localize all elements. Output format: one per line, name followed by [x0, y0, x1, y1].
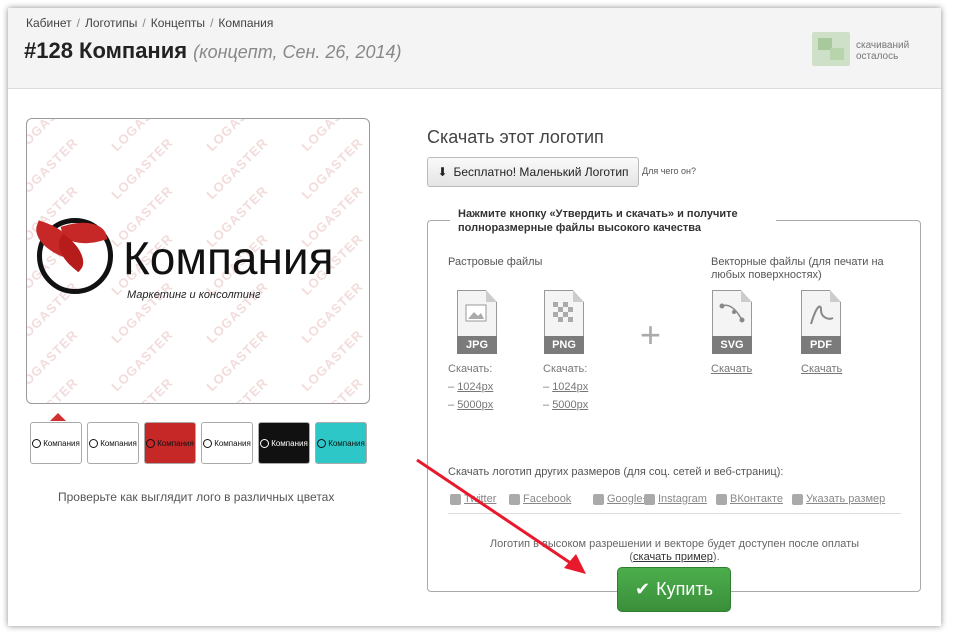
buy-button[interactable]: ✔ Купить: [617, 567, 731, 612]
png-download: Скачать: – 1024px – 5000px: [543, 360, 588, 414]
custom-size[interactable]: Указать размер: [792, 493, 885, 505]
plus-sign: +: [640, 314, 662, 355]
jpg-1024-link[interactable]: 1024px: [457, 381, 493, 393]
png-download-label: Скачать:: [543, 363, 588, 375]
thumb-white[interactable]: Компания: [30, 422, 82, 464]
other-sizes-title: Скачать логотип других размеров (для соц…: [448, 466, 784, 478]
selected-thumb-indicator: [50, 413, 66, 421]
facebook-icon: [509, 493, 520, 505]
png-1024-link[interactable]: 1024px: [552, 381, 588, 393]
svg-download-link[interactable]: Скачать: [711, 363, 752, 375]
downloads-left-text: скачиваний осталось: [856, 40, 909, 62]
thumb-label: Компания: [271, 438, 308, 448]
download-title: Скачать этот логотип: [427, 127, 604, 147]
thumb-white-3[interactable]: Компания: [201, 422, 253, 464]
social-label: Twitter: [464, 493, 497, 505]
download-sample-link[interactable]: скачать пример: [633, 551, 713, 563]
logo-company-name: Компания: [123, 232, 334, 284]
color-hint: Проверьте как выглядит лого в различных …: [58, 490, 335, 504]
free-button-label: Бесплатно! Маленький Логотип: [453, 165, 629, 179]
social-label: Указать размер: [806, 493, 886, 505]
page-subtitle: (концепт, Сен. 26, 2014): [193, 42, 402, 62]
social-instagram[interactable]: Instagram: [644, 493, 707, 505]
downloads-left-icon: [812, 32, 850, 66]
resize-icon: [792, 493, 803, 505]
breadcrumb-current: Компания: [218, 16, 274, 30]
thumb-label: Компания: [43, 438, 80, 448]
svg-file-icon[interactable]: SVG: [712, 290, 752, 354]
page-title: #128 Компания (концепт, Сен. 26, 2014): [24, 38, 401, 64]
svg-label: SVG: [712, 336, 752, 354]
social-google-plus[interactable]: Google+: [593, 493, 649, 505]
thumb-label: Компания: [100, 438, 137, 448]
logo-slogan: Маркетинг и консолтинг: [127, 289, 261, 301]
jpg-5000-link[interactable]: 5000px: [457, 399, 493, 411]
google-plus-icon: [593, 493, 604, 505]
checkmark-icon: ✔: [634, 579, 651, 599]
downloads-left-line1: скачиваний: [856, 40, 910, 51]
vkontakte-icon: [716, 493, 727, 505]
payment-note: Логотип в высоком разрешении и векторе б…: [489, 538, 860, 563]
social-label: Instagram: [658, 493, 707, 505]
breadcrumb-concepts[interactable]: Концепты: [151, 16, 205, 30]
breadcrumb-cabinet[interactable]: Кабинет: [26, 16, 72, 30]
thumb-white-2[interactable]: Компания: [87, 422, 139, 464]
page-title-text: #128 Компания: [24, 38, 188, 63]
buy-button-label: Купить: [656, 579, 713, 599]
pdf-download: Скачать: [801, 360, 842, 378]
social-twitter[interactable]: Twitter: [450, 493, 496, 505]
thumb-black[interactable]: Компания: [258, 422, 310, 464]
jpg-download: Скачать: – 1024px – 5000px: [448, 360, 493, 414]
thumb-label: Компания: [157, 438, 194, 448]
social-vkontakte[interactable]: ВКонтакте: [716, 493, 783, 505]
svg-download: Скачать: [711, 360, 752, 378]
social-label: ВКонтакте: [730, 493, 783, 505]
divider: [448, 513, 901, 514]
thumb-label: Компания: [214, 438, 251, 448]
free-small-logo-button[interactable]: ⬇ Бесплатно! Маленький Логотип: [427, 157, 639, 187]
page-frame: Кабинет / Логотипы / Концепты / Компания #128 …: [8, 8, 941, 626]
social-label: Google+: [607, 493, 649, 505]
pdf-label: PDF: [801, 336, 841, 354]
page-header: Кабинет / Логотипы / Концепты / Компания #128 …: [8, 8, 941, 89]
thumb-cyan[interactable]: Компания: [315, 422, 367, 464]
breadcrumb: Кабинет / Логотипы / Концепты / Компания: [26, 16, 274, 30]
download-icon: ⬇: [437, 165, 448, 179]
thumb-label: Компания: [328, 438, 365, 448]
pdf-file-icon[interactable]: PDF: [801, 290, 841, 354]
jpg-download-label: Скачать:: [448, 363, 493, 375]
png-label: PNG: [544, 336, 584, 354]
download-box-legend: Нажмите кнопку «Утвердить и скачать» и п…: [450, 207, 776, 235]
twitter-icon: [450, 493, 461, 505]
breadcrumb-logos[interactable]: Логотипы: [85, 16, 137, 30]
png-5000-link[interactable]: 5000px: [552, 399, 588, 411]
instagram-icon: [644, 493, 655, 505]
social-label: Facebook: [523, 493, 572, 505]
png-file-icon[interactable]: PNG: [544, 290, 584, 354]
raster-files-title: Растровые файлы: [448, 256, 543, 268]
free-logo-question-link[interactable]: Для чего он?: [642, 166, 696, 176]
social-facebook[interactable]: Facebook: [509, 493, 571, 505]
jpg-label: JPG: [457, 336, 497, 354]
payment-note-text: Логотип в высоком разрешении и векторе б…: [489, 538, 860, 550]
vector-files-title: Векторные файлы (для печати на любых пов…: [711, 256, 884, 281]
downloads-left-line2: осталось: [856, 51, 899, 62]
pdf-download-link[interactable]: Скачать: [801, 363, 842, 375]
thumb-red[interactable]: Компания: [144, 422, 196, 464]
logo-preview: LOGASTER LOGASTER LOGASTER LOGASTER LOGASTER…: [26, 118, 370, 404]
jpg-file-icon[interactable]: JPG: [457, 290, 497, 354]
